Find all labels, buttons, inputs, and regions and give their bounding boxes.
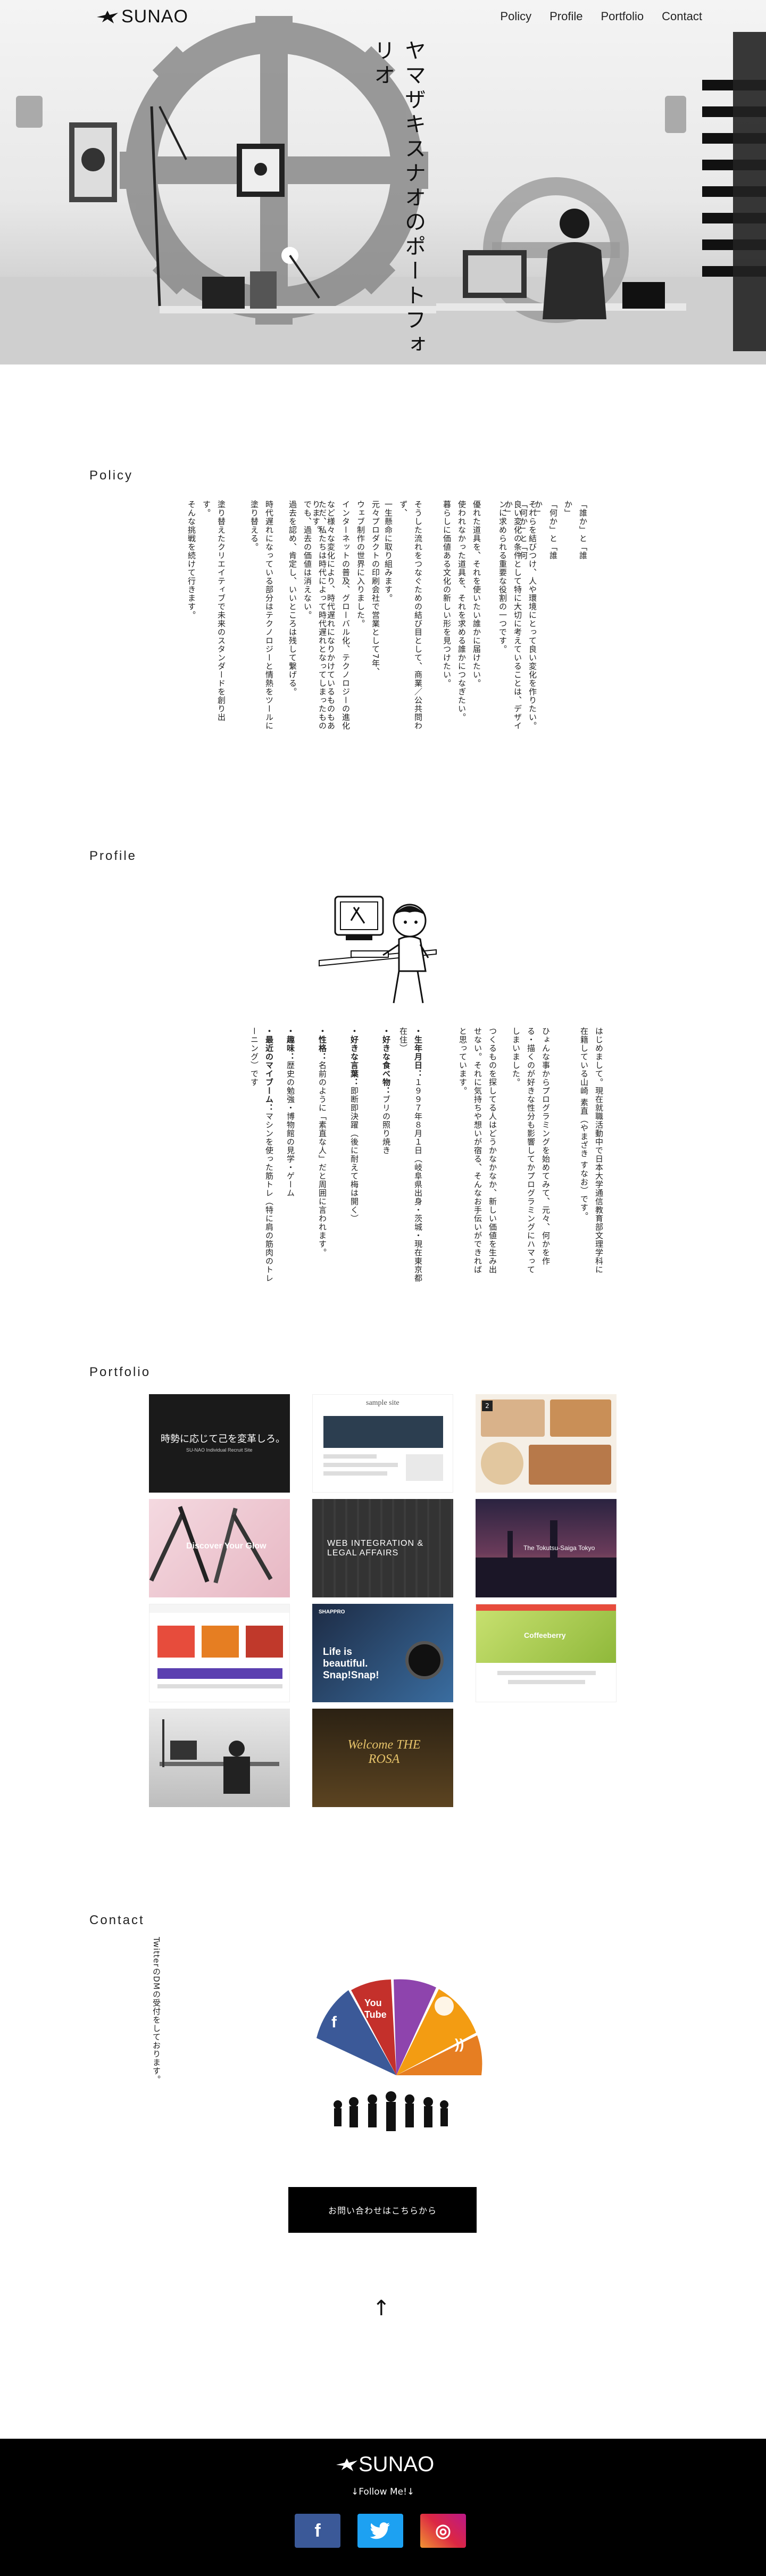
svg-text:f: f xyxy=(331,2014,337,2031)
portfolio-caption: Welcome THE ROSA xyxy=(347,1738,421,1766)
instagram-glyph: ◎ xyxy=(435,2521,451,2541)
social-links: f t ◎ xyxy=(295,2514,466,2548)
instagram-icon[interactable]: ◎ xyxy=(420,2514,466,2548)
policy-paragraph: 優れた道具を、それを使いたい誰かに届けたい。 使われなかった道具を、それを求める… xyxy=(442,500,481,722)
portfolio-caption: sample site xyxy=(366,1399,399,1407)
bird-logo-icon xyxy=(336,2458,357,2471)
svg-text:Tube: Tube xyxy=(364,2009,387,2020)
profile-fact: ・好きな食べ物：ブリの照り焼き xyxy=(378,1027,394,1282)
policy-paragraph: 時代遅れになっている部分はテクノロジーと情熱をツールに塗り替える。 xyxy=(249,500,274,730)
portfolio-item[interactable]: sample site xyxy=(312,1394,453,1493)
fact-value: ブリの照り焼き xyxy=(381,1095,391,1155)
portfolio-caption: Discover Your Glow xyxy=(186,1542,267,1551)
portfolio-grid: 時勢に応じて己を変革しろ。 SU-NAO Individual Recruit … xyxy=(149,1394,617,1807)
contact-heading: Contact xyxy=(89,1913,145,1927)
fact-label: ・生年月日： xyxy=(413,1027,423,1078)
portfolio-sub: SHAPPRO xyxy=(319,1609,345,1615)
portfolio-item[interactable]: WEB INTEGRATION & LEGAL AFFAIRS xyxy=(312,1499,453,1597)
portfolio-item[interactable] xyxy=(149,1709,290,1807)
social-media-illustration: f You Tube )) xyxy=(317,1979,482,2131)
svg-text:You: You xyxy=(364,1998,382,2008)
nav-portfolio[interactable]: Portfolio xyxy=(601,10,644,23)
profile-fact: ・好きな言葉：即断即決躍（後に耐えて梅は開く） xyxy=(346,1027,362,1282)
portfolio-item[interactable]: 2 xyxy=(476,1394,617,1493)
footer-logo[interactable]: SUNAO xyxy=(335,2453,434,2476)
bird-logo-icon xyxy=(97,10,118,23)
facebook-icon[interactable]: f xyxy=(295,2514,340,2548)
footer-logo-text: SUNAO xyxy=(359,2453,435,2476)
contact-description: TwitterのDMの受付をしております。 xyxy=(152,1937,161,2084)
nav-contact[interactable]: Contact xyxy=(662,10,702,23)
logo-text: SUNAO xyxy=(121,6,188,27)
profile-intro: つくるものを探してる人はどうかなかなか、新しい価値を生み出せない。それに気持ちや… xyxy=(458,1027,497,1274)
policy-paragraph: そうした流れをつなぐための結び目として、商業／公共問わず、 一生懸命に取り組みま… xyxy=(384,500,423,730)
profile-fact: ・生年月日：１９９７年８月１日（岐阜県出身・茨城・現在東京都在住） xyxy=(394,1027,426,1282)
hero: ヤマザキスナオのポートフォリオ xyxy=(0,0,766,365)
follow-me-label: ↓Follow Me!↓ xyxy=(351,2487,415,2497)
portfolio-item[interactable]: The Tokutsu-Saiga Tokyo xyxy=(476,1499,617,1597)
policy-paragraph: 塗り替えたクリエイティブで未来のスタンダードを創り出す。 そんな挑戦を続けて行き… xyxy=(187,500,226,722)
portfolio-item[interactable]: Welcome THE ROSA xyxy=(312,1709,453,1807)
portfolio-caption: The Tokutsu-Saiga Tokyo xyxy=(523,1544,595,1552)
profile-intro: ひょんな事からプログラミングを始めてみて、元々、何かを作る・描くのが好きな性分も… xyxy=(511,1027,551,1274)
fact-label: ・趣味： xyxy=(286,1027,295,1061)
profile-illustration xyxy=(319,896,437,1004)
twitter-bird-icon xyxy=(370,2522,390,2539)
portfolio-heading: Portfolio xyxy=(89,1365,151,1379)
portfolio-item[interactable] xyxy=(149,1604,290,1702)
portfolio-caption: 時勢に応じて己を変革しろ。 xyxy=(161,1434,285,1445)
profile-heading: Profile xyxy=(89,849,137,863)
svg-text:)): )) xyxy=(455,2036,464,2052)
policy-paragraph: ただ、私たちは時代によって時代遅れとなってしまったものでも、過去の価値は消えない… xyxy=(288,500,327,730)
hero-title: ヤマザキスナオのポートフォリオ xyxy=(370,39,426,358)
contact-button[interactable]: お問い合わせはこちらから xyxy=(288,2187,477,2233)
footer: SUNAO ↓Follow Me!↓ f t ◎ xyxy=(0,2439,766,2576)
portfolio-item[interactable]: Discover Your Glow xyxy=(149,1499,290,1597)
profile-fact: ・最近のマイブーム：マシンを使った筋トレ（特に肩の筋肉のトレーニング）です xyxy=(245,1027,277,1282)
profile-fact: ・趣味：歴史の勉強・博物館の見学・ゲーム xyxy=(282,1027,298,1282)
fact-label: ・好きな言葉： xyxy=(349,1027,359,1087)
portfolio-sub: SU-NAO Individual Recruit Site xyxy=(186,1447,253,1453)
fact-label: ・最近のマイブーム： xyxy=(264,1027,274,1112)
nav-policy[interactable]: Policy xyxy=(500,10,531,23)
fact-value: 即断即決躍（後に耐えて梅は開く） xyxy=(349,1087,359,1223)
profile-intro: はじめまして。現在就職活動中で日本大学通信教育部文理学科に在籍している山崎 素直… xyxy=(579,1027,604,1274)
portfolio-item[interactable]: Coffeeberry xyxy=(476,1604,617,1702)
main-nav: Policy Profile Portfolio Contact xyxy=(500,10,702,23)
fact-value: 歴史の勉強・博物館の見学・ゲーム xyxy=(286,1061,295,1197)
header: SUNAO Policy Profile Portfolio Contact xyxy=(0,0,766,33)
facebook-glyph: f xyxy=(314,2520,321,2541)
fact-label: ・好きな食べ物： xyxy=(381,1027,391,1095)
portfolio-item[interactable]: 時勢に応じて己を変革しろ。 SU-NAO Individual Recruit … xyxy=(149,1394,290,1493)
nav-profile[interactable]: Profile xyxy=(549,10,582,23)
policy-paragraph: それらを結びつけ、人や環境にとって良い変化を作りたい。 良い変化の条件として特に… xyxy=(498,500,537,730)
profile-fact: ・性格：名前のように「素直な人」だと周囲に言われます。 xyxy=(314,1027,330,1282)
fact-value: 名前のように「素直な人」だと周囲に言われます。 xyxy=(318,1061,327,1257)
portfolio-item[interactable]: SHAPPRO Life is beautiful. Snap!Snap! xyxy=(312,1604,453,1702)
portfolio-caption: Life is beautiful. Snap!Snap! xyxy=(323,1646,379,1681)
fact-label: ・性格： xyxy=(318,1027,327,1061)
back-to-top-button[interactable]: ↑ xyxy=(372,2296,390,2321)
site-logo[interactable]: SUNAO xyxy=(96,6,188,27)
twitter-icon[interactable]: t xyxy=(357,2514,403,2548)
portfolio-caption: WEB INTEGRATION & LEGAL AFFAIRS xyxy=(327,1539,424,1558)
policy-heading: Policy xyxy=(89,468,134,483)
portfolio-caption: Coffeeberry xyxy=(524,1631,566,1639)
